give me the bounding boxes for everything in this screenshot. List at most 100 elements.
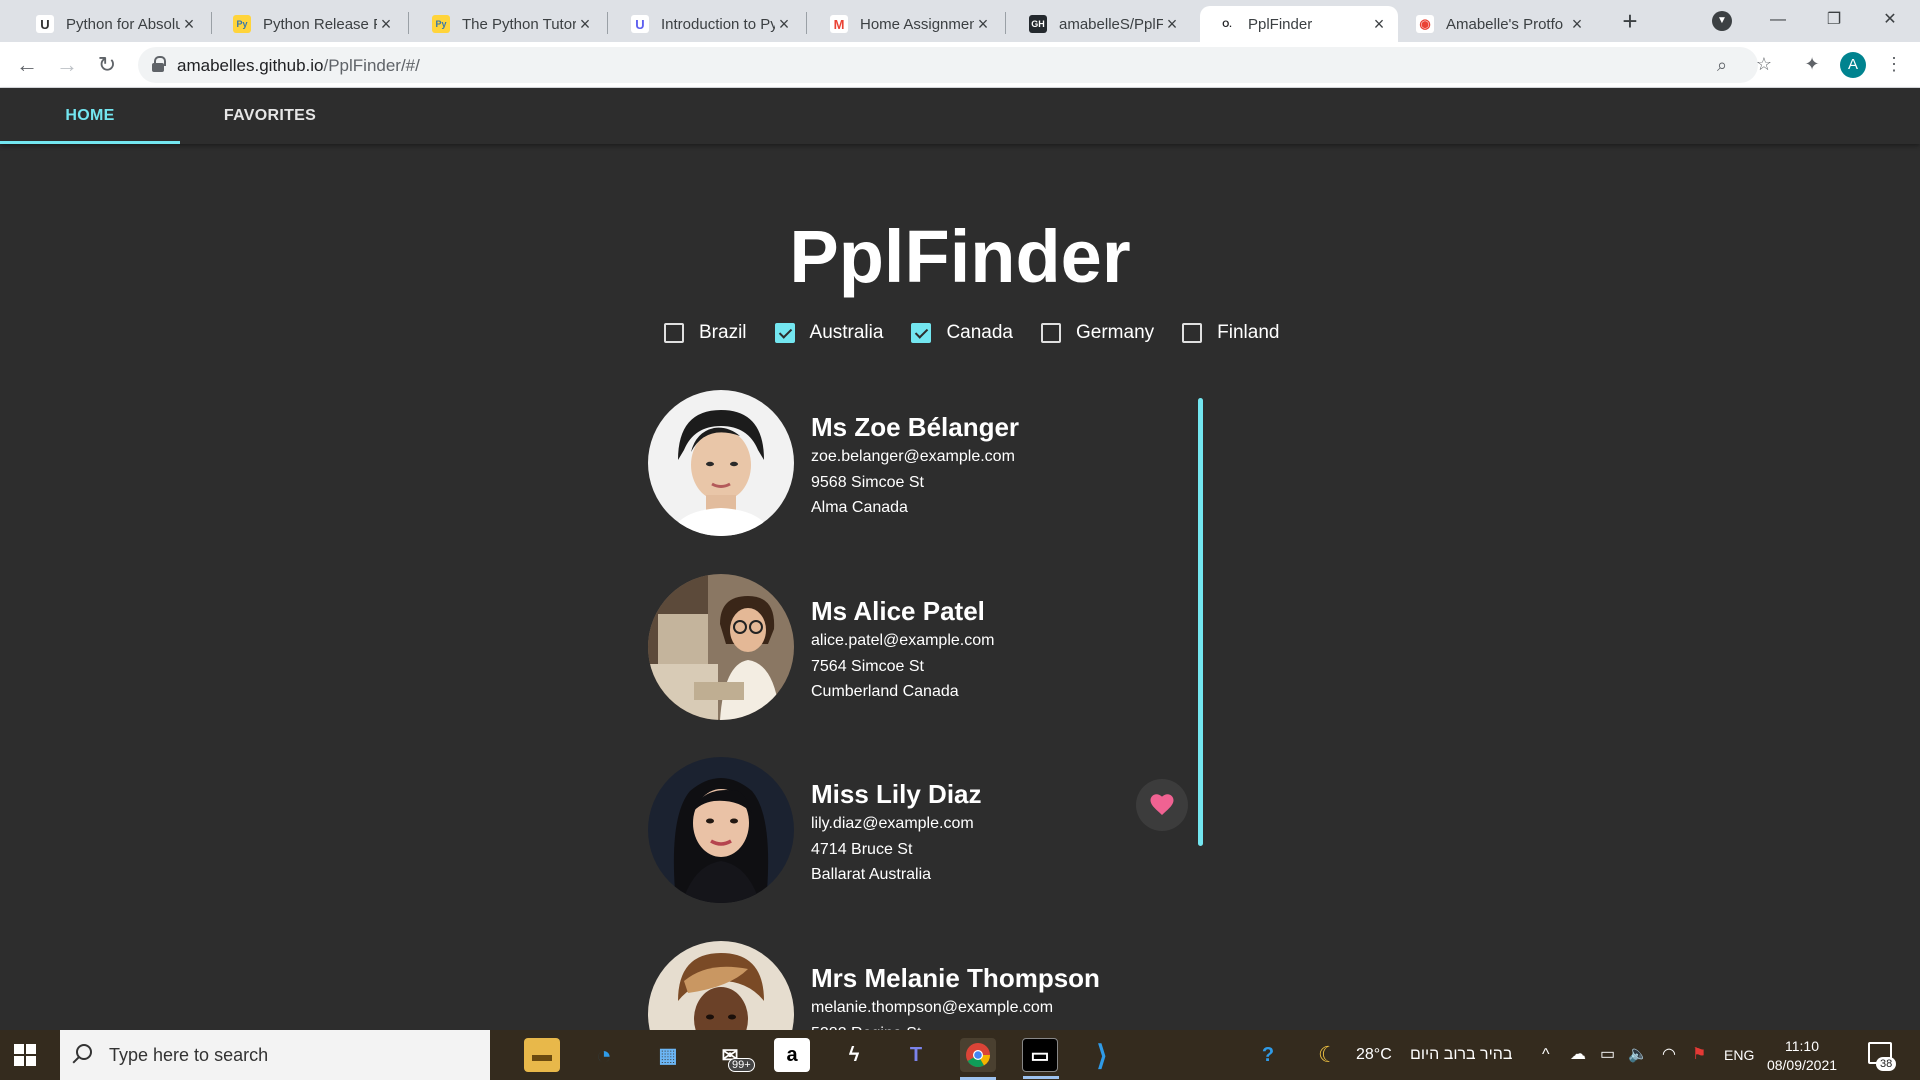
weather-temp[interactable]: 28°C <box>1356 1030 1392 1080</box>
amazon-icon[interactable]: a <box>774 1038 810 1072</box>
checkbox[interactable] <box>664 323 684 343</box>
person-street: 5282 Regina St <box>811 1021 1100 1031</box>
person-location: Cumberland Canada <box>811 683 959 700</box>
browser-tab[interactable]: Py The Python Tutori × <box>414 6 604 42</box>
notification-count: 38 <box>1876 1057 1897 1071</box>
onedrive-icon[interactable]: ☁ <box>1570 1030 1586 1080</box>
filter-australia[interactable]: Australia <box>774 322 884 344</box>
person-name: Mrs Melanie Thompson <box>811 963 1100 993</box>
windows-start-icon[interactable] <box>14 1044 36 1066</box>
checkbox[interactable] <box>1041 323 1061 343</box>
browser-tab[interactable]: ◉ Amabelle's Protfo × <box>1398 6 1596 42</box>
lock-icon[interactable] <box>152 56 166 72</box>
tab-favorites[interactable]: FAVORITES <box>180 88 360 144</box>
lightning-app-icon[interactable]: ϟ <box>836 1038 872 1072</box>
filter-finland[interactable]: Finland <box>1182 322 1279 344</box>
file-explorer-icon[interactable]: ▬ <box>524 1038 560 1072</box>
forward-button[interactable]: → <box>50 48 84 82</box>
new-tab-button[interactable]: + <box>1612 6 1648 38</box>
back-button[interactable]: ← <box>10 48 44 82</box>
restore-button[interactable]: ❐ <box>1810 0 1858 40</box>
filter-germany[interactable]: Germany <box>1041 322 1154 344</box>
tab-search-icon[interactable]: ▼ <box>1712 11 1732 31</box>
chevron-up-icon[interactable]: ^ <box>1542 1030 1550 1080</box>
person-name: Miss Lily Diaz <box>811 779 982 809</box>
checkbox[interactable] <box>1182 323 1203 343</box>
tab-home[interactable]: HOME <box>0 88 180 144</box>
list-item[interactable]: Mrs Melanie Thompson melanie.thompson@ex… <box>648 941 1208 1030</box>
person-email: zoe.belanger@example.com <box>811 448 1015 465</box>
antivirus-icon[interactable]: ⚑ <box>1692 1030 1706 1080</box>
browser-tab[interactable]: U Python for Absolu × <box>18 6 208 42</box>
vscode-icon[interactable]: ⟩ <box>1084 1038 1120 1072</box>
close-tab-icon[interactable]: × <box>1568 14 1586 35</box>
help-icon[interactable]: ? <box>1250 1038 1286 1072</box>
close-tab-icon[interactable]: × <box>974 14 992 35</box>
terminal-icon[interactable]: ▭ <box>1022 1038 1059 1079</box>
mail-icon[interactable]: ✉ 99+ <box>712 1038 755 1072</box>
browser-tab[interactable]: U Introduction to Py × <box>613 6 803 42</box>
close-tab-icon[interactable]: × <box>180 14 198 35</box>
tab-favicon-icon: U <box>36 15 54 33</box>
url-text[interactable]: amabelles.github.io/PplFinder/#/ <box>177 56 420 76</box>
edge-icon[interactable]: ◔ <box>586 1038 622 1072</box>
person-name: Ms Alice Patel <box>811 596 985 626</box>
browser-tab[interactable]: Py Python Release Py× <box>215 6 405 42</box>
weather-text[interactable]: בהיר ברוב היום <box>1410 1030 1512 1080</box>
close-tab-icon[interactable]: × <box>775 14 793 35</box>
battery-icon[interactable]: ▭ <box>1600 1030 1615 1080</box>
clock[interactable]: 11:10 08/09/2021 <box>1762 1037 1842 1075</box>
filter-label: Brazil <box>699 322 747 343</box>
filter-canada[interactable]: Canada <box>911 322 1013 344</box>
list-scrollbar[interactable] <box>1198 398 1203 846</box>
wifi-icon[interactable]: ◠ <box>1662 1030 1676 1080</box>
favorite-button[interactable] <box>1136 779 1188 831</box>
tab-favicon-icon: GH <box>1029 15 1047 33</box>
checkbox[interactable] <box>774 323 795 343</box>
chrome-icon[interactable] <box>960 1038 996 1080</box>
filter-label: Australia <box>809 322 884 343</box>
profile-avatar[interactable]: A <box>1840 52 1866 78</box>
language-indicator[interactable]: ENG <box>1724 1030 1754 1080</box>
mail-badge: 99+ <box>728 1058 755 1072</box>
store-icon[interactable]: ▦ <box>650 1038 686 1072</box>
teams-icon[interactable]: T <box>898 1038 934 1072</box>
weather-icon[interactable]: ☾ <box>1318 1030 1338 1080</box>
person-email: alice.patel@example.com <box>811 632 995 649</box>
person-location: Ballarat Australia <box>811 866 932 883</box>
taskbar-search-input[interactable]: Type here to search <box>60 1030 490 1080</box>
checkbox[interactable] <box>911 323 932 343</box>
list-item[interactable]: Ms Zoe Bélanger zoe.belanger@example.com… <box>648 390 1208 550</box>
browser-tab[interactable]: M Home Assignmen × <box>812 6 1002 42</box>
bookmark-star-icon[interactable]: ☆ <box>1752 52 1776 76</box>
person-location: Alma Canada <box>811 499 908 516</box>
tab-favicon-icon: Py <box>432 15 450 33</box>
volume-icon[interactable]: 🔈 <box>1628 1030 1648 1080</box>
zoom-icon[interactable]: ⌕ <box>1710 53 1734 77</box>
browser-tab[interactable]: O. PplFinder × <box>1200 6 1398 42</box>
close-tab-icon[interactable]: × <box>377 14 395 35</box>
close-tab-icon[interactable]: × <box>576 14 594 35</box>
tab-favicon-icon: Py <box>233 15 251 33</box>
list-item[interactable]: Miss Lily Diaz lily.diaz@example.com 471… <box>648 757 1208 917</box>
avatar <box>648 941 794 1030</box>
browser-menu-icon[interactable]: ⋮ <box>1882 52 1906 76</box>
extensions-icon[interactable]: ✦ <box>1800 52 1824 76</box>
filter-brazil[interactable]: Brazil <box>664 322 747 344</box>
close-tab-icon[interactable]: × <box>1370 14 1388 35</box>
app-nav: HOME FAVORITES <box>0 88 1920 144</box>
avatar <box>648 757 794 903</box>
tab-favicon-icon: ◉ <box>1416 15 1434 33</box>
page-title: PplFinder <box>789 215 1131 298</box>
browser-toolbar: ← → ↻ amabelles.github.io/PplFinder/#/ ⌕… <box>0 42 1920 88</box>
close-tab-icon[interactable]: × <box>1163 14 1181 35</box>
list-item[interactable]: Ms Alice Patel alice.patel@example.com 7… <box>648 574 1208 734</box>
tab-separator <box>211 12 212 34</box>
close-window-button[interactable]: ✕ <box>1866 0 1914 40</box>
minimize-button[interactable]: — <box>1754 0 1802 40</box>
tab-title: amabelleS/PplFin <box>1059 15 1163 33</box>
address-bar[interactable]: amabelles.github.io/PplFinder/#/ ⌕ <box>138 47 1758 83</box>
browser-tab[interactable]: GH amabelleS/PplFin× <box>1011 6 1191 42</box>
reload-button[interactable]: ↻ <box>90 48 124 82</box>
tab-title: Amabelle's Protfo <box>1446 15 1564 33</box>
